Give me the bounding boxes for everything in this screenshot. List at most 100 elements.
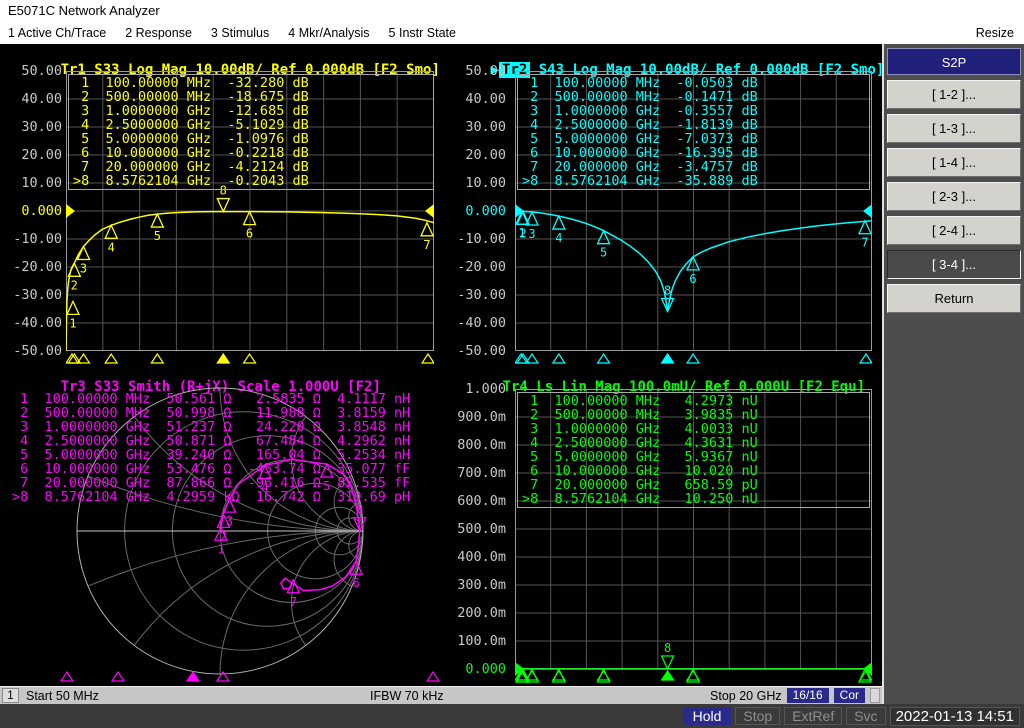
marker-table-row: 3 1.0000000 GHz -0.3557 dB bbox=[522, 103, 758, 119]
marker[interactable]: 2 bbox=[516, 209, 531, 240]
trace4-marker-table: 1 100.00000 MHz 4.2973 nU 2 500.00000 MH… bbox=[517, 392, 870, 508]
y-axis-label: 400.0m bbox=[457, 549, 506, 565]
marker-table-row: 2 500.00000 MHz -18.675 dB bbox=[73, 89, 309, 105]
marker-tick bbox=[59, 670, 75, 682]
marker-table-row: 6 10.000000 GHz -16.395 dB bbox=[522, 145, 758, 161]
marker[interactable]: 3 bbox=[524, 210, 540, 241]
marker-table-row: 6 10.000000 GHz 53.476 Ω -453.74 Ω 35.07… bbox=[12, 461, 411, 477]
marker-table-row: 1 100.00000 MHz 50.561 Ω 2.5835 Ω 4.1117… bbox=[12, 391, 411, 407]
y-axis-label: 900.0m bbox=[457, 409, 506, 425]
marker-table-row: 7 20.000000 GHz 658.59 pU bbox=[522, 477, 758, 493]
marker[interactable]: 8 bbox=[660, 641, 675, 671]
marker-table-row: >8 8.5762104 GHz 4.2959 kΩ 16.742 Ω 310.… bbox=[12, 489, 411, 505]
marker-tick bbox=[596, 352, 611, 364]
trace1-marker-table: 1 100.00000 MHz -32.280 dB 2 500.00000 M… bbox=[68, 74, 434, 190]
marker-tick bbox=[420, 352, 434, 364]
marker[interactable]: 2 bbox=[67, 261, 82, 292]
marker-table-row: 7 20.000000 GHz -4.2124 dB bbox=[73, 159, 309, 175]
marker-tick bbox=[425, 670, 441, 682]
y-axis-label: 200.0m bbox=[457, 605, 506, 621]
softkey-1-3[interactable]: [ 1-3 ]... bbox=[887, 114, 1021, 143]
y-axis-label: -40.00 bbox=[457, 315, 506, 331]
marker-table-row: >8 8.5762104 GHz 10.250 nU bbox=[522, 491, 758, 507]
marker[interactable]: 5 bbox=[596, 229, 611, 260]
marker[interactable]: 3 bbox=[76, 244, 91, 276]
menu-item[interactable]: 1 Active Ch/Trace bbox=[8, 22, 106, 44]
svg-text:1: 1 bbox=[69, 316, 76, 330]
marker-table-row: 1 100.00000 MHz -32.280 dB bbox=[73, 75, 309, 91]
marker-tick bbox=[110, 670, 126, 682]
marker-table-row: 3 1.0000000 GHz 51.237 Ω 24.220 Ω 3.8548… bbox=[12, 419, 411, 435]
ref-level-indicator bbox=[425, 204, 434, 218]
y-axis-label: 40.00 bbox=[465, 91, 506, 107]
marker-table-row: 6 10.000000 GHz 10.020 nU bbox=[522, 463, 758, 479]
y-axis-label: 50.00 bbox=[465, 63, 506, 79]
softkey-sidebar: S2P [ 1-2 ]... [ 1-3 ]... [ 1-4 ]... [ 2-3 … bbox=[882, 44, 1024, 704]
svg-text:4: 4 bbox=[108, 240, 115, 254]
y-axis-label: -30.00 bbox=[13, 287, 62, 303]
softkey-1-4[interactable]: [ 1-4 ]... bbox=[887, 148, 1021, 177]
y-axis-label: 700.0m bbox=[457, 465, 506, 481]
stop-status: Stop bbox=[735, 707, 781, 725]
datetime-display: 2022-01-13 14:51 bbox=[889, 706, 1020, 726]
marker-tick bbox=[185, 670, 201, 682]
svg-text:6: 6 bbox=[353, 576, 360, 590]
status-bar: 1 Start 50 MHz IFBW 70 kHz Stop 20 GHz 1… bbox=[0, 686, 882, 704]
y-axis-label: -20.00 bbox=[13, 259, 62, 275]
y-axis-label: -30.00 bbox=[457, 287, 506, 303]
svg-text:8: 8 bbox=[664, 641, 671, 655]
svg-text:3: 3 bbox=[528, 227, 535, 241]
menu-item[interactable]: 2 Response bbox=[125, 22, 192, 44]
marker[interactable]: 4 bbox=[551, 214, 566, 245]
marker[interactable]: 7 bbox=[857, 219, 872, 250]
menu-item[interactable]: 3 Stimulus bbox=[211, 22, 269, 44]
y-axis-label: 300.0m bbox=[457, 577, 506, 593]
marker-table-row: 1 100.00000 MHz -0.0503 dB bbox=[522, 75, 758, 91]
softkey-return[interactable]: Return bbox=[887, 284, 1021, 313]
y-axis-label: -50.00 bbox=[457, 343, 506, 359]
marker[interactable]: 1 bbox=[66, 299, 81, 330]
softkey-menu-title: S2P bbox=[887, 48, 1021, 75]
marker-tick bbox=[150, 352, 165, 364]
svg-text:2: 2 bbox=[71, 278, 78, 292]
softkey-3-4[interactable]: [ 3-4 ]... bbox=[887, 250, 1021, 279]
svg-text:3: 3 bbox=[80, 262, 87, 276]
marker-table-row: 6 10.000000 GHz -0.2218 dB bbox=[73, 145, 309, 161]
svc-status: Svc bbox=[846, 707, 886, 725]
hold-status-badge[interactable]: Hold bbox=[682, 707, 732, 725]
ifbw-value[interactable]: IFBW 70 kHz bbox=[370, 689, 444, 703]
marker-table-row: 2 500.00000 MHz 50.998 Ω 11.988 Ω 3.8159… bbox=[12, 405, 411, 421]
menu-item[interactable]: 4 Mkr/Analysis bbox=[288, 22, 369, 44]
y-axis-label: 0.000 bbox=[465, 661, 506, 677]
analyzer-screen: Tr1 S33 Log Mag 10.00dB/ Ref 0.000dB [F2… bbox=[0, 44, 882, 704]
marker-tick bbox=[551, 352, 566, 364]
bottom-status-bar: Hold Stop ExtRef Svc 2022-01-13 14:51 bbox=[0, 704, 1024, 728]
y-axis-label: 600.0m bbox=[457, 493, 506, 509]
y-axis-label: 10.00 bbox=[465, 175, 506, 191]
svg-text:5: 5 bbox=[600, 246, 607, 260]
y-axis-label: -10.00 bbox=[457, 231, 506, 247]
window-title: E5071C Network Analyzer bbox=[8, 3, 160, 18]
marker-tick bbox=[660, 669, 675, 681]
stop-frequency[interactable]: Stop 20 GHz bbox=[710, 689, 782, 703]
svg-text:7: 7 bbox=[290, 595, 297, 609]
marker[interactable]: 7 bbox=[419, 221, 434, 252]
svg-text:6: 6 bbox=[246, 227, 253, 241]
marker[interactable]: 4 bbox=[104, 223, 119, 254]
marker-table-row: 4 2.5000000 GHz 4.3631 nU bbox=[522, 435, 758, 451]
svg-text:7: 7 bbox=[861, 236, 868, 250]
svg-text:2: 2 bbox=[519, 226, 526, 240]
start-frequency[interactable]: Start 50 MHz bbox=[26, 689, 99, 703]
y-axis-label: 10.00 bbox=[21, 175, 62, 191]
softkey-2-3[interactable]: [ 2-3 ]... bbox=[887, 182, 1021, 211]
resize-control[interactable]: Resize bbox=[976, 22, 1014, 44]
softkey-2-4[interactable]: [ 2-4 ]... bbox=[887, 216, 1021, 245]
softkey-1-2[interactable]: [ 1-2 ]... bbox=[887, 80, 1021, 109]
marker-tick bbox=[858, 352, 872, 364]
title-bar: E5071C Network Analyzer bbox=[0, 0, 1024, 22]
marker-tick bbox=[660, 352, 675, 364]
y-axis-label: 30.00 bbox=[21, 119, 62, 135]
menu-item[interactable]: 5 Instr State bbox=[389, 22, 456, 44]
correction-badge: Cor bbox=[833, 688, 865, 703]
menu-items: 1 Active Ch/Trace 2 Response 3 Stimulus 4 M… bbox=[0, 22, 1024, 44]
